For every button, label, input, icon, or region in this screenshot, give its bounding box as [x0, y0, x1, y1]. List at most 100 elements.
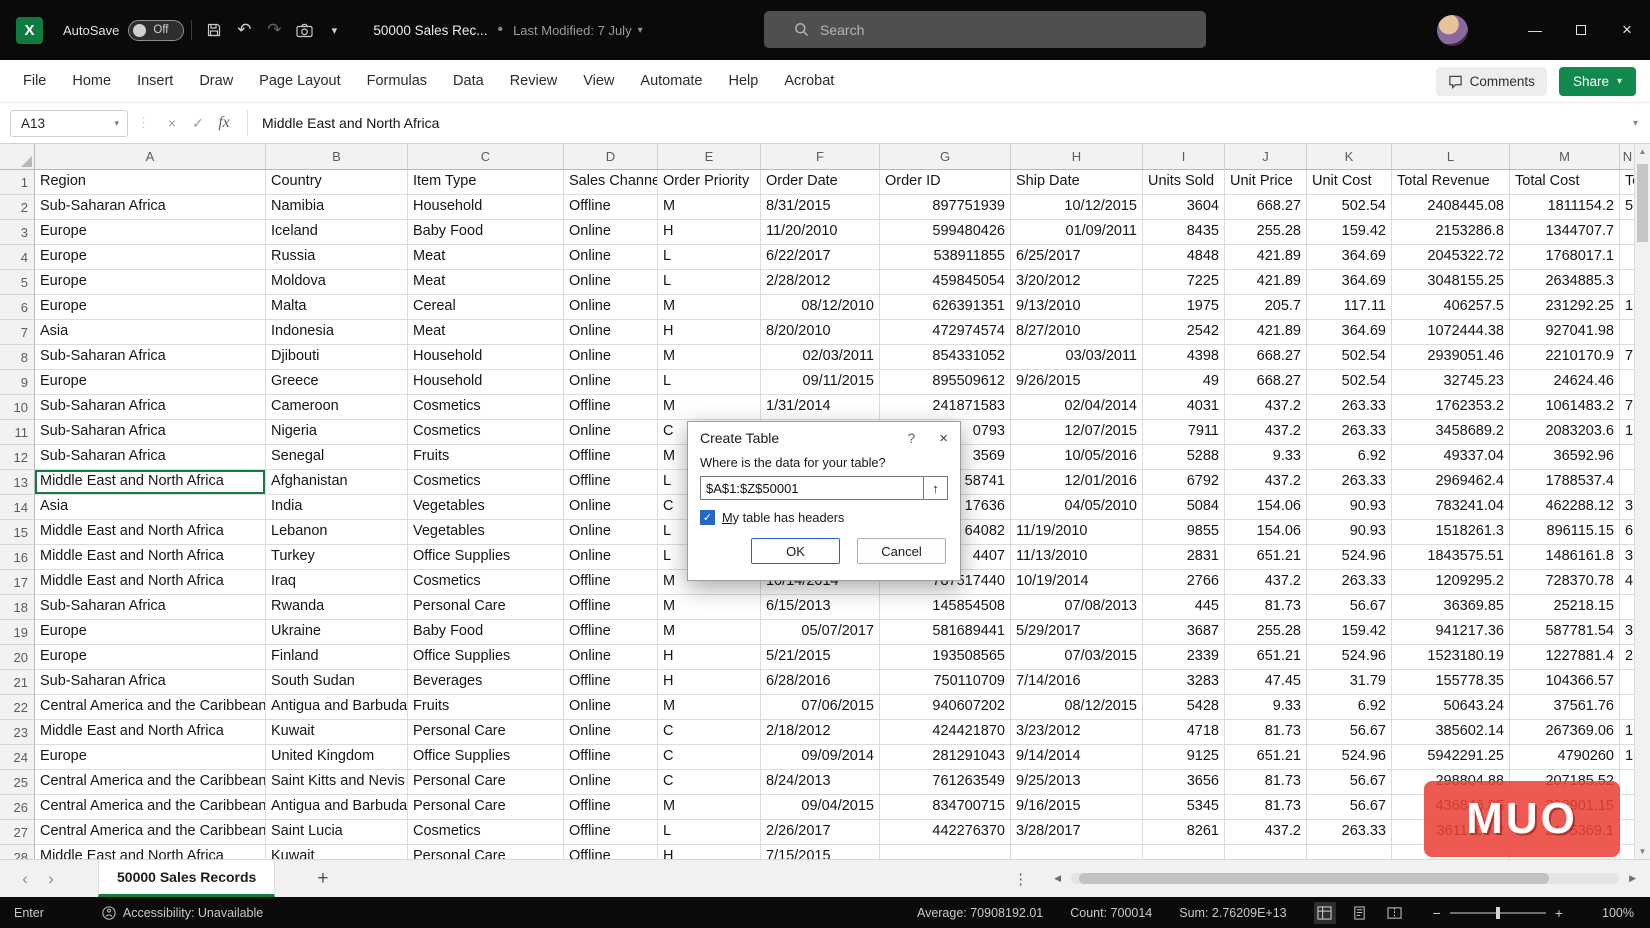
cell-F27[interactable]: 2/26/2017	[761, 820, 880, 845]
row-header-23[interactable]: 23	[0, 720, 35, 745]
cell-F20[interactable]: 5/21/2015	[761, 645, 880, 670]
column-header-H[interactable]: H	[1011, 144, 1143, 170]
cell-K20[interactable]: 524.96	[1307, 645, 1392, 670]
cell-C15[interactable]: Vegetables	[408, 520, 564, 545]
cell-G25[interactable]: 761263549	[880, 770, 1011, 795]
cell-E21[interactable]: H	[658, 670, 761, 695]
cell-L2[interactable]: 2408445.08	[1392, 195, 1510, 220]
cell-D19[interactable]: Offline	[564, 620, 658, 645]
cell-H9[interactable]: 9/26/2015	[1011, 370, 1143, 395]
cell-L12[interactable]: 49337.04	[1392, 445, 1510, 470]
sum-value[interactable]: Sum: 2.76209E+13	[1179, 906, 1286, 920]
cell-I13[interactable]: 6792	[1143, 470, 1225, 495]
accessibility-status[interactable]: Accessibility: Unavailable	[102, 906, 263, 920]
cell-N8[interactable]: 7	[1620, 345, 1634, 370]
cell-C27[interactable]: Cosmetics	[408, 820, 564, 845]
scroll-right-icon[interactable]: ▶	[1629, 873, 1636, 884]
cell-H20[interactable]: 07/03/2015	[1011, 645, 1143, 670]
cell-K26[interactable]: 56.67	[1307, 795, 1392, 820]
cell-K7[interactable]: 364.69	[1307, 320, 1392, 345]
row-header-16[interactable]: 16	[0, 545, 35, 570]
cell-E9[interactable]: L	[658, 370, 761, 395]
cell-D10[interactable]: Offline	[564, 395, 658, 420]
cell-C17[interactable]: Cosmetics	[408, 570, 564, 595]
cell-M4[interactable]: 1768017.1	[1510, 245, 1620, 270]
row-header-11[interactable]: 11	[0, 420, 35, 445]
cell-F9[interactable]: 09/11/2015	[761, 370, 880, 395]
cell-B21[interactable]: South Sudan	[266, 670, 408, 695]
cell-J6[interactable]: 205.7	[1225, 295, 1307, 320]
cell-A13[interactable]: Middle East and North Africa	[35, 470, 266, 495]
cell-C6[interactable]: Cereal	[408, 295, 564, 320]
cell-H3[interactable]: 01/09/2011	[1011, 220, 1143, 245]
cell-K1[interactable]: Unit Cost	[1307, 170, 1392, 195]
zoom-slider[interactable]	[1450, 912, 1546, 914]
cell-B27[interactable]: Saint Lucia	[266, 820, 408, 845]
cell-D28[interactable]: Offline	[564, 845, 658, 859]
cell-E5[interactable]: L	[658, 270, 761, 295]
scroll-up-icon[interactable]: ▲	[1635, 147, 1650, 156]
cell-N27[interactable]	[1620, 820, 1634, 845]
cell-J16[interactable]: 651.21	[1225, 545, 1307, 570]
cell-I18[interactable]: 445	[1143, 595, 1225, 620]
zoom-out-button[interactable]: −	[1433, 905, 1441, 921]
cell-G24[interactable]: 281291043	[880, 745, 1011, 770]
cell-A7[interactable]: Asia	[35, 320, 266, 345]
cell-A22[interactable]: Central America and the Caribbean	[35, 695, 266, 720]
cell-B13[interactable]: Afghanistan	[266, 470, 408, 495]
scroll-down-icon[interactable]: ▼	[1635, 847, 1650, 856]
cell-I3[interactable]: 8435	[1143, 220, 1225, 245]
cell-H19[interactable]: 5/29/2017	[1011, 620, 1143, 645]
cell-F24[interactable]: 09/09/2014	[761, 745, 880, 770]
confirm-entry-button[interactable]: ✓	[185, 115, 211, 132]
cell-A17[interactable]: Middle East and North Africa	[35, 570, 266, 595]
cell-D25[interactable]: Online	[564, 770, 658, 795]
cell-C28[interactable]: Personal Care	[408, 845, 564, 859]
cell-L11[interactable]: 3458689.2	[1392, 420, 1510, 445]
cell-I28[interactable]	[1143, 845, 1225, 859]
cell-G27[interactable]: 442276370	[880, 820, 1011, 845]
cell-F21[interactable]: 6/28/2016	[761, 670, 880, 695]
row-header-22[interactable]: 22	[0, 695, 35, 720]
cell-L10[interactable]: 1762353.2	[1392, 395, 1510, 420]
cell-H18[interactable]: 07/08/2013	[1011, 595, 1143, 620]
cell-I12[interactable]: 5288	[1143, 445, 1225, 470]
cell-G8[interactable]: 854331052	[880, 345, 1011, 370]
cell-J14[interactable]: 154.06	[1225, 495, 1307, 520]
column-header-M[interactable]: M	[1510, 144, 1620, 170]
cell-J25[interactable]: 81.73	[1225, 770, 1307, 795]
cell-G1[interactable]: Order ID	[880, 170, 1011, 195]
cell-I7[interactable]: 2542	[1143, 320, 1225, 345]
cell-K8[interactable]: 502.54	[1307, 345, 1392, 370]
cell-N20[interactable]: 2	[1620, 645, 1634, 670]
cell-K18[interactable]: 56.67	[1307, 595, 1392, 620]
cell-A25[interactable]: Central America and the Caribbean	[35, 770, 266, 795]
cell-N9[interactable]	[1620, 370, 1634, 395]
menu-insert[interactable]: Insert	[124, 60, 186, 102]
collapse-range-button[interactable]: ↑	[924, 476, 948, 500]
zoom-level[interactable]: 100%	[1590, 906, 1634, 920]
column-header-D[interactable]: D	[564, 144, 658, 170]
cell-L4[interactable]: 2045322.72	[1392, 245, 1510, 270]
row-header-15[interactable]: 15	[0, 520, 35, 545]
sheet-nav-left-button[interactable]: ‹	[12, 869, 38, 889]
cell-L16[interactable]: 1843575.51	[1392, 545, 1510, 570]
row-header-7[interactable]: 7	[0, 320, 35, 345]
cell-L14[interactable]: 783241.04	[1392, 495, 1510, 520]
cell-A6[interactable]: Europe	[35, 295, 266, 320]
cell-H17[interactable]: 10/19/2014	[1011, 570, 1143, 595]
cell-K15[interactable]: 90.93	[1307, 520, 1392, 545]
cell-J17[interactable]: 437.2	[1225, 570, 1307, 595]
cell-I14[interactable]: 5084	[1143, 495, 1225, 520]
row-header-24[interactable]: 24	[0, 745, 35, 770]
cell-G28[interactable]	[880, 845, 1011, 859]
cell-J13[interactable]: 437.2	[1225, 470, 1307, 495]
cell-E26[interactable]: M	[658, 795, 761, 820]
cell-J10[interactable]: 437.2	[1225, 395, 1307, 420]
row-header-27[interactable]: 27	[0, 820, 35, 845]
cell-L20[interactable]: 1523180.19	[1392, 645, 1510, 670]
cell-M2[interactable]: 1811154.2	[1510, 195, 1620, 220]
cell-F1[interactable]: Order Date	[761, 170, 880, 195]
cell-F8[interactable]: 02/03/2011	[761, 345, 880, 370]
cell-H1[interactable]: Ship Date	[1011, 170, 1143, 195]
